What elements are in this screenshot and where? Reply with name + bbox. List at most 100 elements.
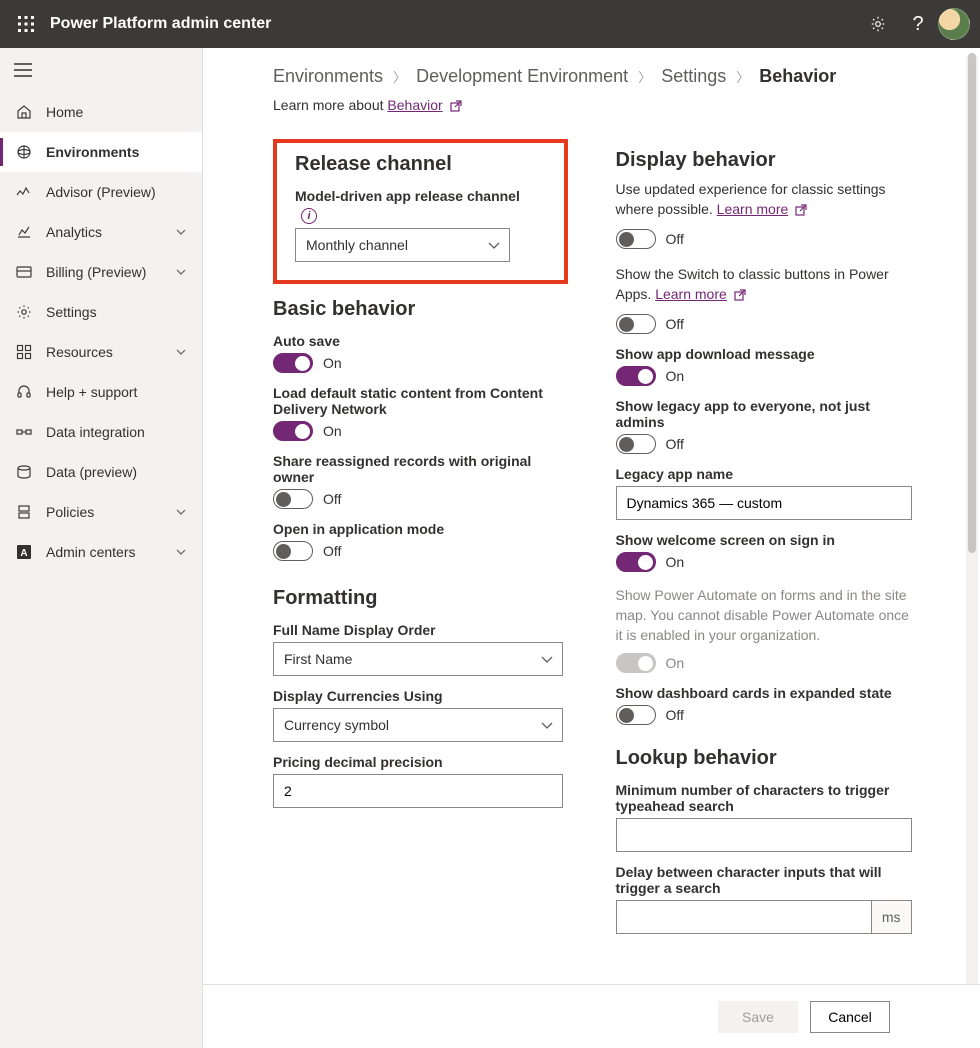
policies-icon — [14, 502, 34, 522]
switch-classic-text: Show the Switch to classic buttons in Po… — [616, 265, 911, 306]
learn-more-link[interactable]: Learn more — [655, 286, 727, 302]
select-value: Currency symbol — [284, 717, 389, 733]
external-link-icon — [795, 202, 807, 222]
toggle-state: Off — [666, 707, 684, 723]
svg-text:A: A — [20, 548, 27, 559]
admin-centers-icon: A — [14, 542, 34, 562]
learn-more-prefix: Learn more about — [273, 97, 387, 113]
breadcrumb-item[interactable]: Settings — [661, 66, 726, 87]
toggle-state: Off — [323, 543, 341, 559]
legacy-all-toggle[interactable] — [616, 434, 656, 454]
sidebar-item-billing[interactable]: Billing (Preview) — [0, 252, 202, 292]
sidebar-item-analytics[interactable]: Analytics — [0, 212, 202, 252]
chevron-down-icon — [174, 225, 188, 239]
toggle-state: On — [666, 368, 685, 384]
sidebar-item-admin-centers[interactable]: A Admin centers — [0, 532, 202, 572]
appmode-toggle[interactable] — [273, 541, 313, 561]
billing-icon — [14, 262, 34, 282]
waffle-icon[interactable] — [10, 8, 42, 40]
sidebar-label: Data (preview) — [46, 464, 188, 480]
chevron-down-icon — [541, 717, 553, 733]
sidebar-label: Data integration — [46, 424, 188, 440]
sidebar-item-help[interactable]: Help + support — [0, 372, 202, 412]
learn-more-link[interactable]: Behavior — [387, 97, 442, 113]
section-title: Formatting — [273, 587, 568, 610]
sidebar-item-settings[interactable]: Settings — [0, 292, 202, 332]
minchars-input[interactable] — [616, 818, 912, 852]
minchars-label: Minimum number of characters to trigger … — [616, 782, 911, 814]
toggle-state: On — [666, 655, 685, 671]
select-value: First Name — [284, 651, 352, 667]
environments-icon — [14, 142, 34, 162]
download-toggle[interactable] — [616, 366, 656, 386]
release-channel-section: Release channel Model-driven app release… — [273, 139, 568, 284]
sidebar-item-resources[interactable]: Resources — [0, 332, 202, 372]
sidebar-item-home[interactable]: Home — [0, 92, 202, 132]
name-order-label: Full Name Display Order — [273, 622, 568, 638]
toggle-state: On — [323, 423, 342, 439]
sidebar-label: Home — [46, 104, 188, 120]
precision-input[interactable] — [273, 774, 563, 808]
gear-icon — [14, 302, 34, 322]
learn-more-link[interactable]: Learn more — [717, 201, 789, 217]
sidebar: Home Environments Advisor (Preview) Anal… — [0, 48, 203, 1048]
save-button: Save — [718, 1001, 798, 1033]
currency-select[interactable]: Currency symbol — [273, 708, 563, 742]
sidebar-item-policies[interactable]: Policies — [0, 492, 202, 532]
analytics-icon — [14, 222, 34, 242]
section-title: Lookup behavior — [616, 747, 911, 770]
power-automate-toggle — [616, 653, 656, 673]
sidebar-label: Admin centers — [46, 544, 174, 560]
welcome-toggle[interactable] — [616, 552, 656, 572]
updated-exp-toggle[interactable] — [616, 229, 656, 249]
select-value: Monthly channel — [306, 237, 408, 253]
info-icon[interactable]: i — [301, 208, 317, 224]
app-header: Power Platform admin center ? — [0, 0, 980, 48]
help-icon[interactable]: ? — [898, 0, 938, 48]
sidebar-label: Help + support — [46, 384, 188, 400]
delay-suffix: ms — [871, 900, 912, 934]
breadcrumb-item[interactable]: Development Environment — [416, 66, 628, 87]
switch-classic-toggle[interactable] — [616, 314, 656, 334]
toggle-state: Off — [666, 436, 684, 452]
sidebar-collapse-button[interactable] — [0, 48, 202, 92]
breadcrumb-item[interactable]: Environments — [273, 66, 383, 87]
power-automate-text: Show Power Automate on forms and in the … — [616, 586, 911, 645]
scrollbar[interactable] — [966, 53, 978, 1043]
data-integration-icon — [14, 422, 34, 442]
cancel-button[interactable]: Cancel — [810, 1001, 890, 1033]
dashboard-toggle[interactable] — [616, 705, 656, 725]
name-order-select[interactable]: First Name — [273, 642, 563, 676]
sidebar-label: Resources — [46, 344, 174, 360]
download-label: Show app download message — [616, 346, 911, 362]
share-toggle[interactable] — [273, 489, 313, 509]
settings-gear-icon[interactable] — [858, 0, 898, 48]
legacy-name-input[interactable] — [616, 486, 912, 520]
sidebar-item-advisor[interactable]: Advisor (Preview) — [0, 172, 202, 212]
chevron-down-icon — [174, 545, 188, 559]
external-link-icon — [734, 287, 746, 307]
sidebar-label: Settings — [46, 304, 188, 320]
chevron-right-icon: 〉 — [736, 67, 749, 86]
release-channel-select[interactable]: Monthly channel — [295, 228, 510, 262]
cdn-label: Load default static content from Content… — [273, 385, 568, 417]
chevron-right-icon: 〉 — [638, 67, 651, 86]
sidebar-label: Advisor (Preview) — [46, 184, 188, 200]
dashboard-label: Show dashboard cards in expanded state — [616, 685, 911, 701]
toggle-state: On — [323, 355, 342, 371]
sidebar-label: Analytics — [46, 224, 174, 240]
sidebar-item-data-integration[interactable]: Data integration — [0, 412, 202, 452]
breadcrumb: Environments 〉 Development Environment 〉… — [273, 66, 910, 87]
welcome-label: Show welcome screen on sign in — [616, 532, 911, 548]
sidebar-item-environments[interactable]: Environments — [0, 132, 202, 172]
cdn-toggle[interactable] — [273, 421, 313, 441]
sidebar-item-data-preview[interactable]: Data (preview) — [0, 452, 202, 492]
legacy-all-label: Show legacy app to everyone, not just ad… — [616, 398, 911, 430]
toggle-state: Off — [323, 491, 341, 507]
auto-save-toggle[interactable] — [273, 353, 313, 373]
delay-input[interactable] — [616, 900, 871, 934]
sidebar-label: Environments — [46, 144, 188, 160]
user-avatar[interactable] — [938, 8, 970, 40]
chevron-down-icon — [174, 505, 188, 519]
external-link-icon — [450, 99, 462, 115]
